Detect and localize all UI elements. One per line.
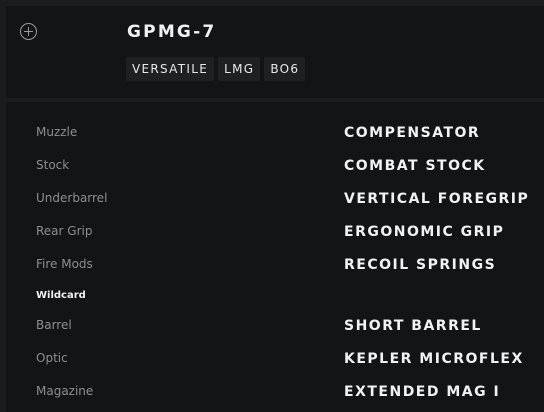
slot-label-muzzle: Muzzle: [36, 125, 78, 139]
slot-value-optic: KEPLER MICROFLEX: [344, 351, 524, 367]
tag-bo6: BO6: [264, 57, 306, 81]
slot-label-stock: Stock: [36, 158, 70, 172]
slot-label-barrel: Barrel: [36, 318, 72, 332]
wildcard-label: Wildcard: [36, 290, 86, 301]
weapon-header-card: GPMG-7 VERSATILE LMG BO6: [6, 6, 544, 98]
slot-label-optic: Optic: [36, 351, 68, 365]
slot-value-barrel: SHORT BARREL: [344, 318, 482, 334]
slot-value-fire-mods: RECOIL SPRINGS: [344, 257, 497, 273]
slot-label-rear-grip: Rear Grip: [36, 224, 93, 238]
slot-value-rear-grip: ERGONOMIC GRIP: [344, 224, 505, 240]
slot-label-magazine: Magazine: [36, 384, 94, 398]
attachments-panel: Muzzle COMPENSATOR Stock COMBAT STOCK Un…: [6, 102, 544, 412]
weapon-name: GPMG-7: [127, 22, 217, 42]
tag-versatile: VERSATILE: [126, 57, 215, 81]
slot-value-underbarrel: VERTICAL FOREGRIP: [344, 191, 530, 207]
weapon-tags: VERSATILE LMG BO6: [126, 57, 306, 81]
add-circle-icon[interactable]: [20, 23, 37, 40]
slot-value-magazine: EXTENDED MAG I: [344, 384, 501, 400]
slot-value-stock: COMBAT STOCK: [344, 158, 486, 174]
tag-lmg: LMG: [218, 57, 261, 81]
slot-label-fire-mods: Fire Mods: [36, 257, 93, 271]
slot-value-muzzle: COMPENSATOR: [344, 125, 481, 141]
slot-label-underbarrel: Underbarrel: [36, 191, 108, 205]
